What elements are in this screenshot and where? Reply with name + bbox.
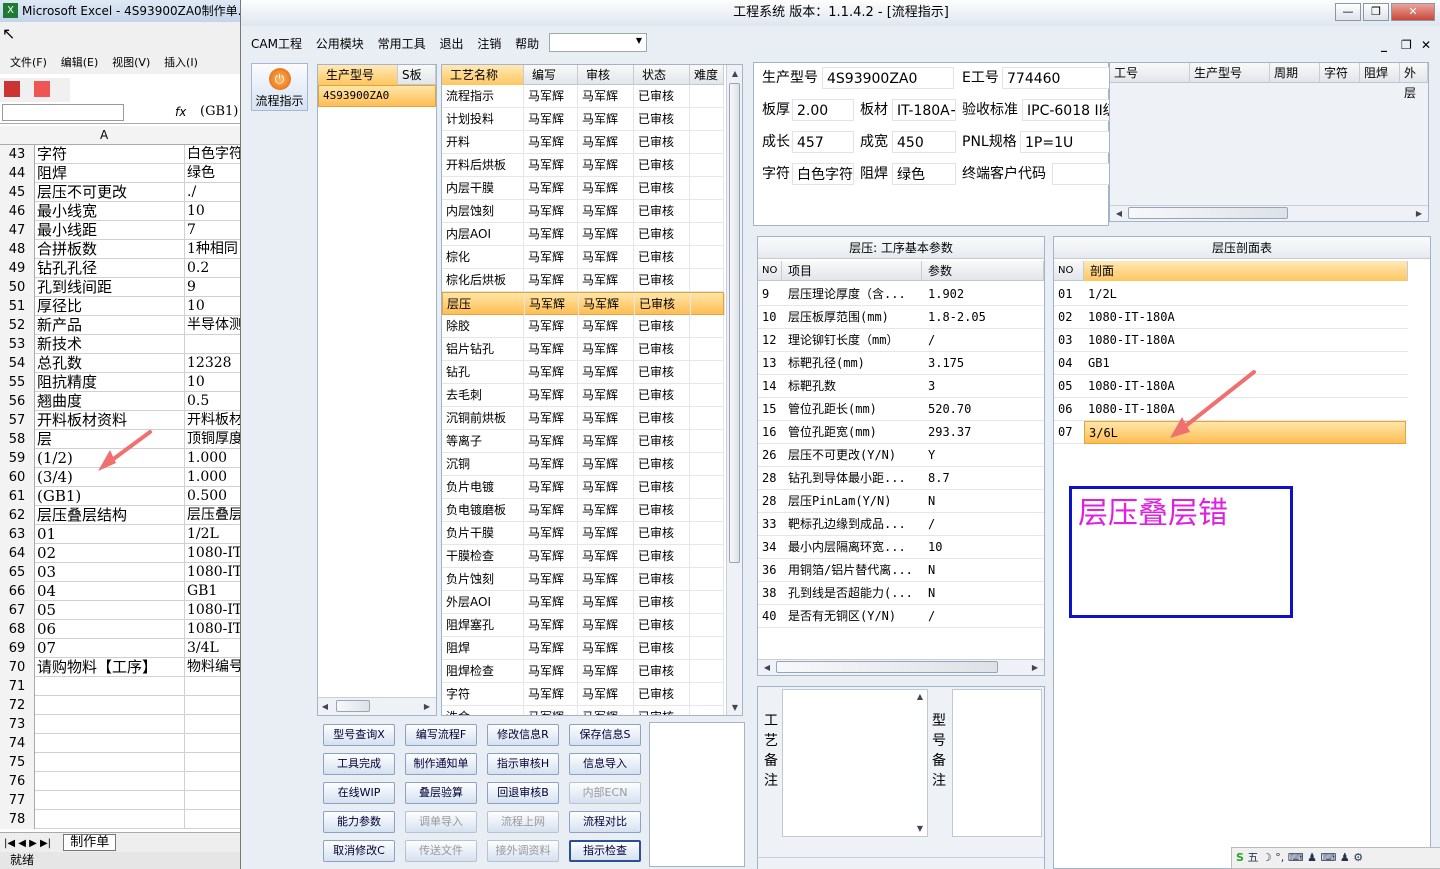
arrow-excel-icon — [98, 430, 152, 471]
arrow-stack-icon — [1170, 370, 1256, 438]
annotation-arrows — [98, 370, 1256, 471]
